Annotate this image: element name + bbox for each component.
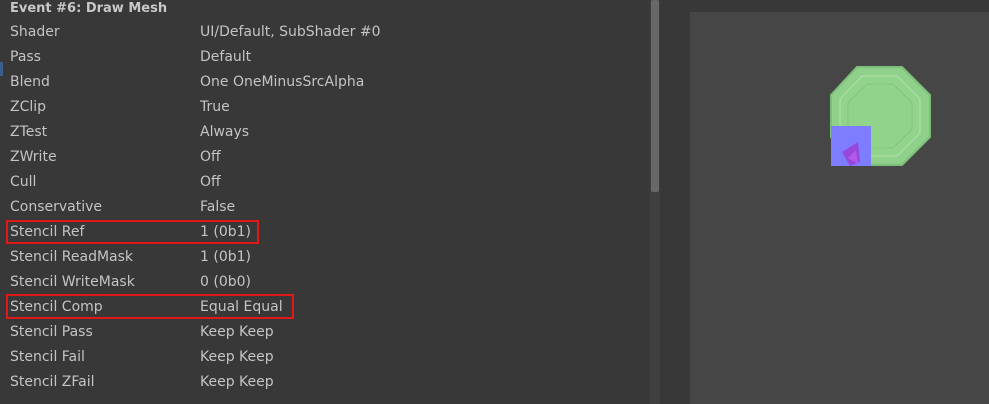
property-key: Stencil Fail bbox=[10, 349, 85, 365]
property-row-pass: Pass Default bbox=[0, 45, 650, 70]
property-row-blend: Blend One OneMinusSrcAlpha bbox=[0, 70, 650, 95]
property-row-ztest: ZTest Always bbox=[0, 120, 650, 145]
property-value: Off bbox=[200, 149, 221, 165]
mesh-preview-image bbox=[830, 66, 931, 166]
property-value: Off bbox=[200, 174, 221, 190]
property-value: 0 (0b0) bbox=[200, 274, 251, 290]
property-row-shader: Shader UI/Default, SubShader #0 bbox=[0, 20, 650, 45]
property-value: Keep Keep bbox=[200, 349, 274, 365]
property-key: Cull bbox=[10, 174, 37, 190]
property-key: Stencil ZFail bbox=[10, 374, 95, 390]
property-row-stencil-fail: Stencil Fail Keep Keep bbox=[0, 345, 650, 370]
event-properties-panel: Event #6: Draw Mesh Shader UI/Default, S… bbox=[0, 0, 650, 404]
property-key: Blend bbox=[10, 74, 50, 90]
property-value: Keep Keep bbox=[200, 324, 274, 340]
property-row-stencil-zfail: Stencil ZFail Keep Keep bbox=[0, 370, 650, 395]
property-row-stencil-ref: Stencil Ref 1 (0b1) bbox=[0, 220, 650, 245]
property-row-zclip: ZClip True bbox=[0, 95, 650, 120]
property-key: ZWrite bbox=[10, 149, 57, 165]
property-key: Shader bbox=[10, 24, 60, 40]
panel-gutter bbox=[660, 0, 690, 404]
property-value: Keep Keep bbox=[200, 374, 274, 390]
event-title: Event #6: Draw Mesh bbox=[10, 1, 168, 16]
property-key: Stencil WriteMask bbox=[10, 274, 135, 290]
mesh-preview-viewport[interactable] bbox=[690, 12, 989, 404]
property-key: ZTest bbox=[10, 124, 48, 140]
property-row-stencil-pass: Stencil Pass Keep Keep bbox=[0, 320, 650, 345]
property-value: 1 (0b1) bbox=[200, 249, 251, 265]
properties-list: Shader UI/Default, SubShader #0 Pass Def… bbox=[0, 20, 650, 395]
property-key: Stencil Ref bbox=[10, 224, 85, 240]
property-key: Stencil Pass bbox=[10, 324, 93, 340]
property-value: 1 (0b1) bbox=[200, 224, 251, 240]
property-row-stencil-readmask: Stencil ReadMask 1 (0b1) bbox=[0, 245, 650, 270]
property-key: Conservative bbox=[10, 199, 103, 215]
property-key: Stencil ReadMask bbox=[10, 249, 134, 265]
property-row-stencil-comp: Stencil Comp Equal Equal bbox=[0, 295, 650, 320]
property-key: Stencil Comp bbox=[10, 299, 103, 315]
property-row-cull: Cull Off bbox=[0, 170, 650, 195]
property-value: One OneMinusSrcAlpha bbox=[200, 74, 365, 90]
property-row-zwrite: ZWrite Off bbox=[0, 145, 650, 170]
property-value: Equal Equal bbox=[200, 299, 283, 315]
property-value: Always bbox=[200, 124, 250, 140]
property-row-conservative: Conservative False bbox=[0, 195, 650, 220]
property-row-stencil-writemask: Stencil WriteMask 0 (0b0) bbox=[0, 270, 650, 295]
property-value: Default bbox=[200, 49, 252, 65]
property-key: Pass bbox=[10, 49, 41, 65]
property-key: ZClip bbox=[10, 99, 47, 115]
property-value: UI/Default, SubShader #0 bbox=[200, 24, 381, 40]
property-value: True bbox=[200, 99, 230, 115]
scrollbar-thumb[interactable] bbox=[651, 0, 659, 192]
property-value: False bbox=[200, 199, 236, 215]
